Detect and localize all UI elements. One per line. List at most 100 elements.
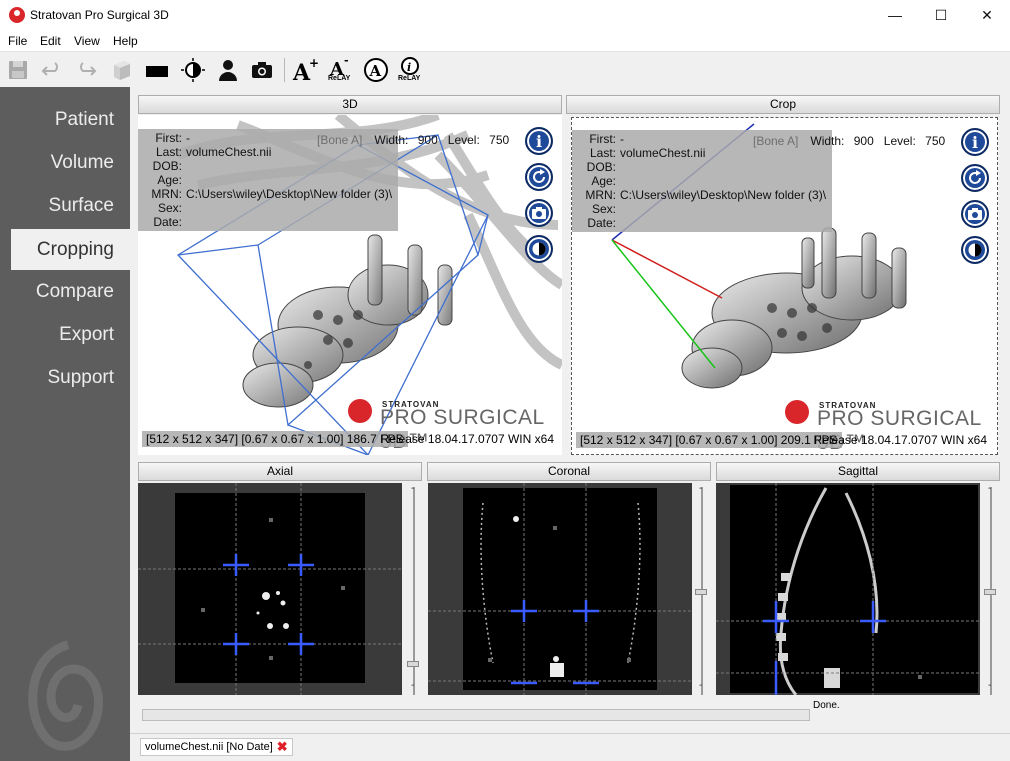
undo-icon[interactable] xyxy=(38,56,66,84)
first-key: First: xyxy=(589,132,616,146)
reset-rotation-icon[interactable] xyxy=(961,164,989,192)
width-label: Width: xyxy=(374,133,409,147)
close-tab-icon[interactable]: ✖ xyxy=(277,740,288,753)
viewport-3d[interactable]: First: - Last: volumeChest.nii DOB: Age: M… xyxy=(138,115,562,455)
last-value: volumeChest.nii xyxy=(620,146,706,160)
sagittal-crosshairs xyxy=(716,483,980,695)
sidebar-item-cropping[interactable]: Cropping xyxy=(11,229,130,270)
volume-dims: [512 x 512 x 347] [0.67 x 0.67 x 1.00] 1… xyxy=(142,431,408,447)
maximize-button[interactable]: ☐ xyxy=(918,0,964,31)
first-value: - xyxy=(620,132,624,146)
volume-dims: [512 x 512 x 347] [0.67 x 0.67 x 1.00] 2… xyxy=(576,432,842,448)
status-text: Done. xyxy=(813,700,840,711)
mrn-key: MRN: xyxy=(585,188,616,202)
last-key: Last: xyxy=(589,146,616,160)
menu-help[interactable]: Help xyxy=(113,34,138,48)
black-rect-icon[interactable] xyxy=(143,56,171,84)
date-key: Date: xyxy=(153,215,182,229)
stratovan-logo xyxy=(785,400,809,424)
date-key: Date: xyxy=(587,216,616,230)
window-level-readout: [Bone A] Width: 900 Level: 750 xyxy=(753,134,945,148)
sidebar-item-export[interactable]: Export xyxy=(59,324,114,346)
stratovan-watermark-logo xyxy=(28,640,104,751)
info-relay-icon[interactable]: i ReLAY xyxy=(396,56,424,84)
mrn-key: MRN: xyxy=(151,187,182,201)
info-icon[interactable]: i xyxy=(961,128,989,156)
font-decrease-icon[interactable]: A- ReLAY xyxy=(327,56,355,84)
minimize-button[interactable]: — xyxy=(872,0,918,31)
first-value: - xyxy=(186,131,190,145)
last-value: volumeChest.nii xyxy=(186,145,272,159)
sex-key: Sex: xyxy=(157,201,182,215)
camera-icon[interactable] xyxy=(961,200,989,228)
info-icon[interactable]: i xyxy=(525,127,553,155)
slider-tick: - xyxy=(411,680,415,691)
svg-text:+: + xyxy=(309,56,319,70)
level-label: Level: xyxy=(883,134,916,148)
svg-text:A: A xyxy=(369,62,382,80)
pane-header-3d: 3D xyxy=(138,95,562,114)
sidebar-item-patient[interactable]: Patient xyxy=(55,109,114,131)
camera-icon[interactable] xyxy=(525,199,553,227)
slider-tick: - xyxy=(988,483,992,494)
app-icon xyxy=(9,7,25,23)
menu-view[interactable]: View xyxy=(74,34,100,48)
relay-label: ReLAY xyxy=(328,75,351,82)
menu-bar: File Edit View Help xyxy=(0,31,1010,51)
annotation-icon[interactable]: A xyxy=(362,56,390,84)
preset-label: [Bone A] xyxy=(753,134,799,148)
width-value: 900 xyxy=(853,134,874,148)
sidebar-item-surface[interactable]: Surface xyxy=(49,195,114,217)
relay-label: ReLAY xyxy=(398,75,421,82)
camera-icon[interactable] xyxy=(248,56,276,84)
width-label: Width: xyxy=(810,134,845,148)
level-label: Level: xyxy=(447,133,480,147)
redo-icon[interactable] xyxy=(72,56,100,84)
stratovan-logo xyxy=(348,399,372,423)
level-value: 750 xyxy=(489,133,510,147)
mrn-value: C:\Users\wiley\Desktop\New folder (3)\ xyxy=(186,187,393,201)
level-value: 750 xyxy=(925,134,946,148)
cube-icon[interactable] xyxy=(108,56,136,84)
viewport-coronal[interactable] xyxy=(428,483,692,695)
close-button[interactable]: ✕ xyxy=(964,0,1010,31)
pane-header-coronal: Coronal xyxy=(427,462,711,481)
contrast-icon[interactable] xyxy=(179,56,207,84)
menu-file[interactable]: File xyxy=(8,34,27,48)
toolbar: A + A- ReLAY A i ReLAY xyxy=(0,51,1010,87)
sidebar-item-volume[interactable]: Volume xyxy=(51,152,114,174)
sidebar-item-compare[interactable]: Compare xyxy=(36,281,114,303)
sagittal-slider-handle[interactable] xyxy=(984,589,996,595)
person-icon[interactable] xyxy=(214,56,242,84)
width-value: 900 xyxy=(417,133,438,147)
coronal-crosshairs xyxy=(428,483,692,695)
svg-text:-: - xyxy=(344,56,349,67)
main-area: 3D First: - Last: volumeChest.nii DOB: A… xyxy=(130,87,1010,761)
axial-slider-handle[interactable] xyxy=(407,661,419,667)
brand-title: PRO SURGICAL 3D™ xyxy=(817,407,981,454)
document-tab-bar: volumeChest.nii [No Date] ✖ xyxy=(130,733,1010,761)
save-icon[interactable] xyxy=(4,56,32,84)
contrast-icon[interactable] xyxy=(525,235,553,263)
sidebar-item-support[interactable]: Support xyxy=(47,367,114,389)
slider-tick: - xyxy=(699,483,703,494)
document-tab[interactable]: volumeChest.nii [No Date] ✖ xyxy=(140,738,293,756)
slider-tick: - xyxy=(411,483,415,494)
dob-key: DOB: xyxy=(586,160,616,174)
viewport-axial[interactable] xyxy=(138,483,402,695)
dob-key: DOB: xyxy=(152,159,182,173)
slider-tick: - xyxy=(699,680,703,691)
title-bar: Stratovan Pro Surgical 3D — ☐ ✕ xyxy=(0,0,1010,31)
axial-crosshairs xyxy=(138,483,402,695)
slider-tick: - xyxy=(988,680,992,691)
coronal-slider-handle[interactable] xyxy=(695,589,707,595)
preset-label: [Bone A] xyxy=(317,133,363,147)
menu-edit[interactable]: Edit xyxy=(40,34,61,48)
sex-key: Sex: xyxy=(591,202,616,216)
font-increase-icon[interactable]: A + xyxy=(291,56,319,84)
reset-rotation-icon[interactable] xyxy=(525,163,553,191)
viewport-sagittal[interactable] xyxy=(716,483,980,695)
contrast-icon[interactable] xyxy=(961,236,989,264)
viewport-crop[interactable]: First: - Last: volumeChest.nii DOB: Age: M… xyxy=(571,117,998,455)
version-text: Release 18.04.17.0707 WIN x64 xyxy=(380,432,554,446)
